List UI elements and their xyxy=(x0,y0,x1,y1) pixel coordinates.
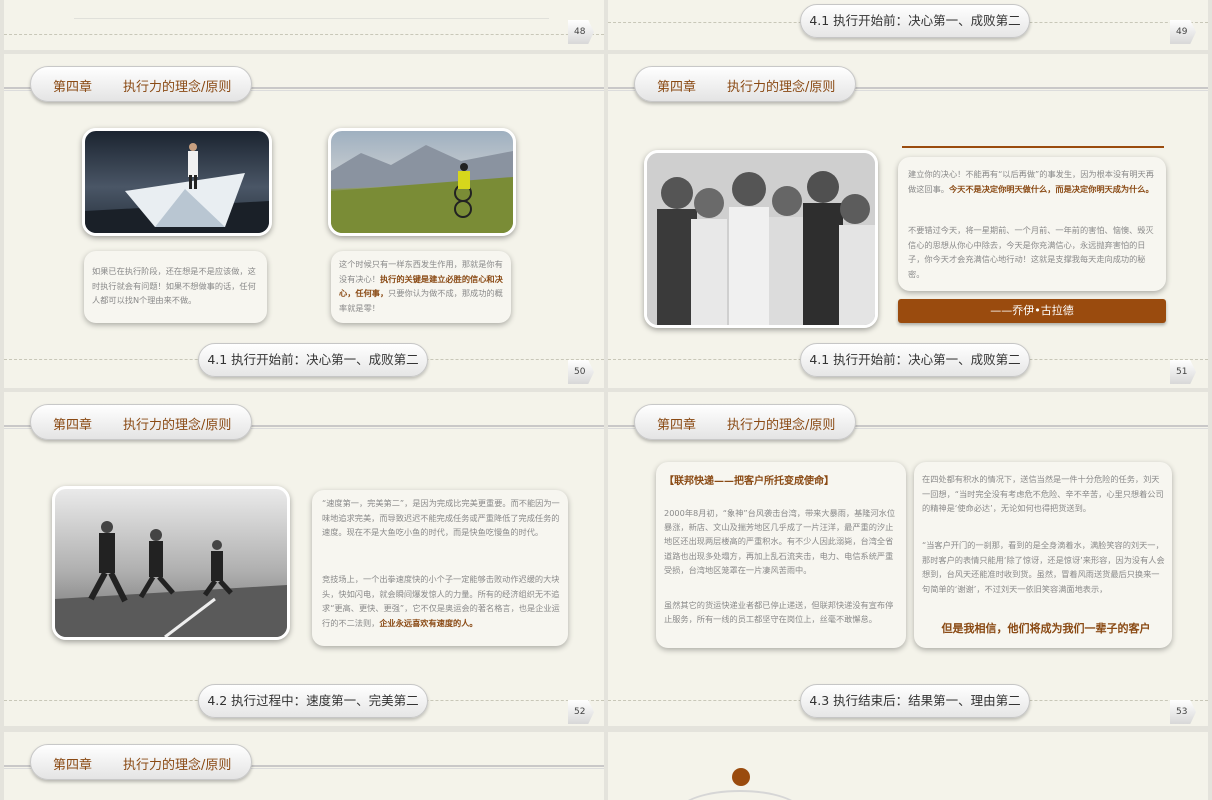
right-text-card: 这个时候只有一样东西发生作用，那就是你有没有决心！执行的关键是建立必胜的信心和决… xyxy=(331,251,511,323)
chapter-title: 执行力的理念/原则 xyxy=(123,758,232,773)
chapter-header: 第四章 执行力的理念/原则 xyxy=(30,66,252,102)
accent-line xyxy=(902,146,1164,148)
chapter-header: 第四章 执行力的理念/原则 xyxy=(30,744,252,780)
quote-para-1: 建立你的决心！不能再有“以后再做”的事发生，因为根本没有明天再做这回事。今天不是… xyxy=(908,167,1158,196)
footer-section-title: 4.2 执行过程中：速度第一、完美第二 xyxy=(198,684,428,718)
fedex-story-card: 【联邦快递——把客户所托变成使命】 2000年8月初，“象神”台风袭击台湾，带来… xyxy=(656,462,906,648)
page-number: 52 xyxy=(568,700,594,724)
quote-para-2: 不要错过今天，将一星期前、一个月前、一年前的害怕、恼懊、毁灭信心的思想从你心中除… xyxy=(908,225,1154,279)
speed-para-2-highlight: 企业永远喜欢有速度的人。 xyxy=(379,617,478,628)
slide-52[interactable]: 第四章 执行力的理念/原则 “速度第一，完美第二”，是因为完成比完美更重要。而不… xyxy=(4,392,604,726)
divider-line xyxy=(74,18,549,19)
speed-para-2: 竞技场上，一个出拳速度快的小个子一定能够击败动作迟缓的大块头，快如闪电，就会瞬间… xyxy=(322,572,562,630)
fedex-para-1: 2000年8月初，“象神”台风袭击台湾，带来大暴雨，基隆河水位暴涨，新店、文山及… xyxy=(664,508,896,575)
quote-card: 建立你的决心！不能再有“以后再做”的事发生，因为根本没有明天再做这回事。今天不是… xyxy=(898,157,1166,291)
courier-para-2: “当客户开门的一刹那，看到的是全身滴着水，满脸笑容的刘天一，那时客户的表情只能用… xyxy=(922,540,1165,594)
slide-48[interactable]: 48 xyxy=(4,0,604,50)
runners-illustration xyxy=(55,521,287,637)
page-number: 48 xyxy=(568,20,594,44)
quote-author: ——乔伊•古拉德 xyxy=(898,299,1166,323)
decor-ring xyxy=(678,790,802,800)
fedex-story-title: 【联邦快递——把客户所托变成使命】 xyxy=(664,476,834,487)
running-businessmen-image xyxy=(52,486,290,640)
chapter-title: 执行力的理念/原则 xyxy=(123,80,232,95)
courier-story-card: 在四处都有积水的情况下，送信当然是一件十分危险的任务，刘天一回想，“当时完全没有… xyxy=(914,462,1172,648)
slide-51[interactable]: 第四章 执行力的理念/原则 建立你的决心！不能再有“以后再做”的事发生，因为根本… xyxy=(608,54,1208,388)
speed-para-1: “速度第一，完美第二”，是因为完成比完美更重要。而不能因为一味地追求完美，而导致… xyxy=(322,498,560,537)
decor-dot xyxy=(732,768,750,786)
page-number: 49 xyxy=(1170,20,1196,44)
chapter-label: 第四章 xyxy=(53,418,93,433)
chapter-label: 第四章 xyxy=(53,758,93,773)
chapter-title: 执行力的理念/原则 xyxy=(727,418,836,433)
footer-section-title: 4.1 执行开始前：决心第一、成败第二 xyxy=(198,343,428,377)
fedex-para-2: 虽然其它的货运快递业者都已停止递送，但联邦快递没有宣布停止服务，所有一线的员工都… xyxy=(664,600,894,625)
chapter-label: 第四章 xyxy=(657,80,697,95)
team-illustration xyxy=(647,153,875,325)
left-text: 如果已在执行阶段，还在想是不是应该做，这时执行就会有问题！如果不想做事的话，任何… xyxy=(92,266,256,305)
chapter-title: 执行力的理念/原则 xyxy=(123,418,232,433)
courier-para-1: 在四处都有积水的情况下，送信当然是一件十分危险的任务，刘天一回想，“当时完全没有… xyxy=(922,474,1164,513)
footer-section-title: 4.1 执行开始前：决心第一、成败第二 xyxy=(800,4,1030,38)
slide-55[interactable] xyxy=(608,732,1208,800)
chapter-label: 第四章 xyxy=(657,418,697,433)
slide-54[interactable]: 第四章 执行力的理念/原则 xyxy=(4,732,604,800)
chapter-header: 第四章 执行力的理念/原则 xyxy=(634,404,856,440)
left-text-card: 如果已在执行阶段，还在想是不是应该做，这时执行就会有问题！如果不想做事的话，任何… xyxy=(84,251,267,323)
cyclist-illustration xyxy=(331,145,513,233)
footer-section-title: 4.3 执行结束后：结果第一、理由第二 xyxy=(800,684,1030,718)
slide-49[interactable]: 4.1 执行开始前：决心第一、成败第二 49 xyxy=(608,0,1208,50)
paper-boat-image xyxy=(82,128,272,236)
chapter-title: 执行力的理念/原则 xyxy=(727,80,836,95)
page-number: 51 xyxy=(1170,360,1196,384)
slide-50[interactable]: 第四章 执行力的理念/原则 如果已在执行阶段，还在想是不是应该做，这时执行就会有… xyxy=(4,54,604,388)
chapter-header: 第四章 执行力的理念/原则 xyxy=(634,66,856,102)
quote-para-1-highlight: 今天不是决定你明天做什么，而是决定你明天成为什么。 xyxy=(948,183,1154,194)
slide-53[interactable]: 第四章 执行力的理念/原则 【联邦快递——把客户所托变成使命】 2000年8月初… xyxy=(608,392,1208,726)
paper-boat-illustration xyxy=(85,143,269,233)
chapter-header: 第四章 执行力的理念/原则 xyxy=(30,404,252,440)
courier-quote: 但是我相信，他们将成为我们一辈子的客户 xyxy=(941,622,1151,635)
cyclist-image xyxy=(328,128,516,236)
right-text: 这个时候只有一样东西发生作用，那就是你有没有决心！执行的关键是建立必胜的信心和决… xyxy=(339,257,505,315)
team-photo xyxy=(644,150,878,328)
chapter-label: 第四章 xyxy=(53,80,93,95)
page-number: 50 xyxy=(568,360,594,384)
footer-section-title: 4.1 执行开始前：决心第一、成败第二 xyxy=(800,343,1030,377)
page-number: 53 xyxy=(1170,700,1196,724)
footer-dashline xyxy=(4,34,604,35)
speed-text-card: “速度第一，完美第二”，是因为完成比完美更重要。而不能因为一味地追求完美，而导致… xyxy=(312,490,568,646)
